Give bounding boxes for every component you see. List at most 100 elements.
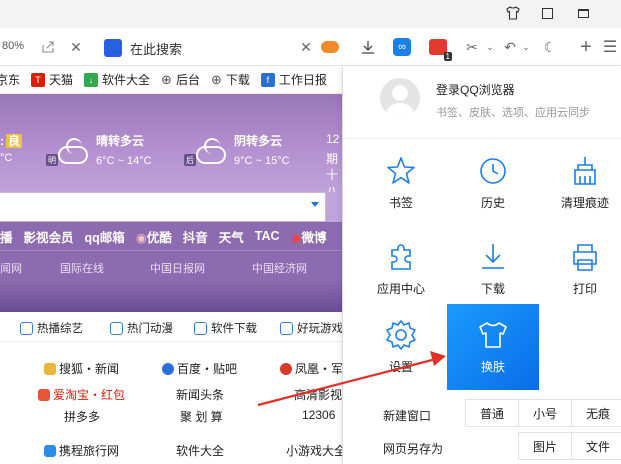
quick-link[interactable]: TAC — [255, 229, 280, 243]
new-window-normal-button[interactable]: 普通 — [465, 399, 519, 427]
quick-links-row: 播 影视会员 qq邮箱 ◉优酷 抖音 天气 TAC ◉微博 — [0, 222, 342, 250]
site-link[interactable]: 新闻头条 — [176, 386, 224, 403]
chevron-down-icon[interactable]: ⌄ — [516, 37, 536, 57]
toolbar: 80% ✕ 🐾 在此搜索 ✕ ∞ 1 ✂ ⌄ ↶ ⌄ ☾ + ☰ — [0, 28, 621, 66]
bookmark-label: 后台 — [175, 73, 200, 87]
quick-link[interactable]: ◉微博 — [291, 227, 327, 246]
close-icon[interactable]: ✕ — [296, 37, 316, 57]
menu-settings[interactable]: 设置 — [355, 304, 447, 390]
new-window-small-button[interactable]: 小号 — [518, 399, 572, 427]
youku-icon: ◉ — [135, 230, 147, 245]
quick-link[interactable]: 影视会员 — [24, 227, 74, 246]
menu-icon[interactable]: ☰ — [600, 37, 620, 57]
after-weather: 阴转多云 9°C ~ 15°C — [234, 132, 290, 167]
site-link[interactable]: 小游戏大全 — [286, 442, 346, 459]
bookmark-item[interactable]: ⊕ 后台 — [161, 71, 200, 88]
site-link[interactable]: 爱淘宝・红包 — [38, 386, 125, 403]
site-link[interactable]: 拼多多 — [64, 408, 100, 425]
new-window-incognito-button[interactable]: 无痕 — [571, 399, 621, 427]
aqi-badge: 良 — [6, 134, 23, 148]
close-icon[interactable]: ✕ — [66, 37, 86, 57]
site-link[interactable]: 聚 划 算 — [180, 408, 223, 425]
quick-link[interactable]: ◉优酷 — [136, 227, 172, 246]
date-num: 12 — [326, 132, 340, 146]
banner-edge — [326, 192, 342, 222]
menu-print[interactable]: 打印 — [539, 226, 621, 312]
broom-icon — [574, 157, 596, 185]
save-as-image-button[interactable]: 图片 — [518, 432, 572, 460]
menu-history[interactable]: 历史 — [447, 140, 539, 226]
site-link[interactable]: 百度・贴吧 — [162, 360, 237, 377]
quick-link[interactable]: qq邮箱 — [85, 227, 125, 246]
moon-icon[interactable]: ☾ — [540, 37, 560, 57]
infinity-app-icon[interactable]: ∞ — [392, 37, 412, 57]
software-download-icon — [194, 321, 207, 335]
site-link[interactable]: 高清影视 — [294, 386, 342, 403]
bookmark-item[interactable]: f 工作日报 — [260, 71, 327, 88]
menu-app-center[interactable]: 应用中心 — [355, 226, 447, 312]
download-icon[interactable] — [358, 37, 378, 57]
search-input[interactable]: 在此搜索 — [130, 39, 182, 58]
tomorrow-temp: 6°C ~ 14°C — [96, 155, 152, 167]
avatar[interactable] — [380, 78, 420, 118]
skin-shirt-icon[interactable] — [498, 2, 528, 24]
chevron-down-icon[interactable] — [311, 202, 319, 207]
globe-icon: ⊕ — [161, 71, 172, 87]
notification-app-icon[interactable]: 1 — [428, 37, 452, 61]
main-search-input[interactable] — [0, 192, 326, 222]
variety-icon — [20, 321, 33, 335]
bookmark-item[interactable]: 京东 — [0, 71, 20, 88]
bookmark-item[interactable]: ⊕ 下载 — [211, 71, 250, 88]
date-week: 期 — [326, 152, 339, 166]
quick-link[interactable]: 抖音 — [183, 227, 208, 246]
site-link[interactable]: 12306 — [302, 408, 335, 422]
zoom-level[interactable]: 80% — [2, 40, 24, 52]
news-link[interactable]: 国际在线 — [60, 260, 104, 276]
weather-banner: :良 °C 明 晴转多云 6°C ~ 14°C 后 阴转多云 9°C ~ 15°… — [0, 94, 342, 199]
category-item[interactable]: 热播综艺 — [20, 320, 83, 336]
site-link[interactable]: 搜狐・新闻 — [44, 360, 119, 377]
quick-link[interactable]: 播 — [0, 227, 13, 246]
news-link[interactable]: 中国日报网 — [150, 260, 205, 276]
login-subtitle: 书签、皮肤、选项、应用云同步 — [436, 107, 590, 119]
printer-icon — [573, 244, 597, 271]
restore-button[interactable] — [568, 2, 598, 24]
menu-bookmarks[interactable]: 书签 — [355, 140, 447, 226]
aqi-label: :良 — [0, 134, 23, 148]
site-link[interactable]: 携程旅行网 — [44, 442, 119, 459]
bookmark-label: 下载 — [225, 73, 250, 87]
category-item[interactable]: 热门动漫 — [110, 320, 173, 336]
share-icon[interactable] — [38, 37, 58, 57]
site-link[interactable]: 凤凰・军 — [280, 360, 343, 377]
quick-link[interactable]: 天气 — [219, 227, 244, 246]
menu-clear-traces[interactable]: 清理痕迹 — [539, 140, 621, 226]
bookmark-item[interactable]: ↓ 软件大全 — [84, 71, 150, 88]
game-icon[interactable] — [320, 37, 340, 57]
search-box[interactable]: 🐾 在此搜索 — [104, 38, 182, 58]
bookmark-item[interactable]: T 天猫 — [31, 71, 73, 88]
globe-icon: ⊕ — [210, 71, 222, 87]
menu-change-skin[interactable]: 换肤 — [447, 304, 539, 390]
category-item[interactable]: 好玩游戏 — [280, 320, 343, 336]
divider — [343, 138, 621, 139]
site-link[interactable]: 软件大全 — [176, 442, 224, 459]
category-item[interactable]: 软件下载 — [194, 320, 257, 336]
category-row: 热播综艺 热门动漫 软件下载 好玩游戏 — [0, 312, 343, 342]
menu-downloads[interactable]: 下载 — [447, 226, 539, 312]
taobao-icon — [38, 388, 50, 401]
add-tab-icon[interactable]: + — [576, 36, 596, 58]
sohu-icon — [44, 362, 56, 375]
news-link[interactable]: 中国经济网 — [252, 260, 307, 276]
title-bar — [0, 0, 621, 28]
tmall-icon: T — [31, 72, 46, 87]
news-link[interactable]: 闻网 — [0, 260, 22, 276]
bookmarks-bar: 京东 T 天猫 ↓ 软件大全 ⊕ 后台 ⊕ 下载 f 工作日报 — [0, 66, 342, 94]
chevron-down-icon[interactable]: ⌄ — [480, 37, 500, 57]
gear-icon — [386, 320, 416, 350]
scissors-icon[interactable]: ✂ — [462, 37, 482, 57]
news-sources-row: 闻网 国际在线 中国日报网 中国经济网 — [0, 250, 342, 280]
login-link[interactable]: 登录QQ浏览器 — [436, 81, 515, 98]
save-as-file-button[interactable]: 文件 — [571, 432, 621, 460]
puzzle-icon — [391, 244, 411, 270]
maximize-button[interactable] — [532, 2, 562, 24]
